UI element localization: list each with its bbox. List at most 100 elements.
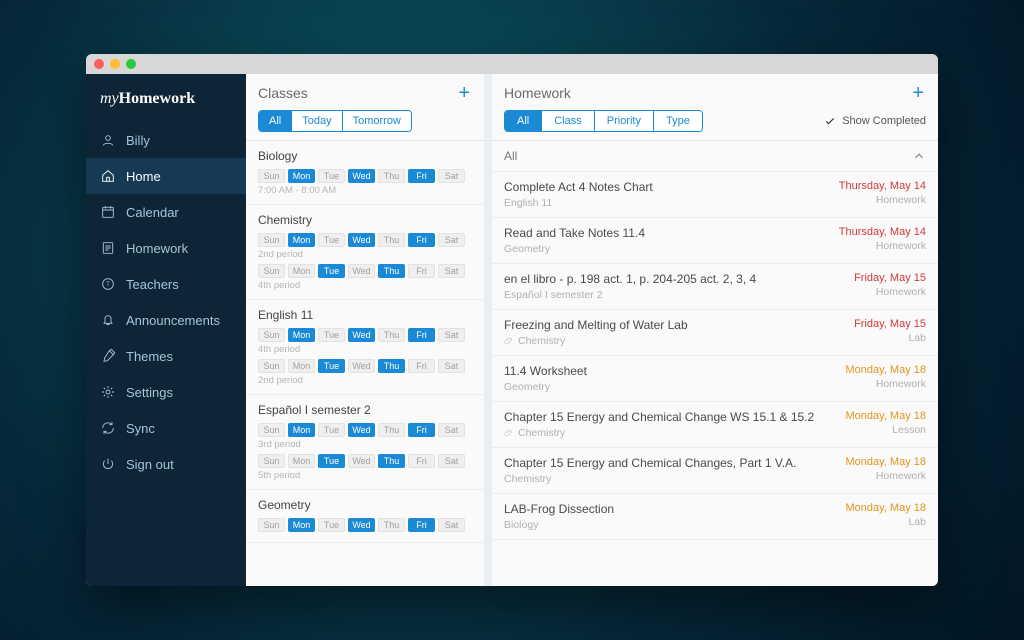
sidebar-item-themes[interactable]: Themes [86, 338, 246, 374]
day-pill: Mon [288, 518, 315, 532]
sidebar-item-calendar[interactable]: Calendar [86, 194, 246, 230]
homework-item-date: Friday, May 15 [816, 318, 926, 330]
sync-icon [100, 420, 116, 436]
day-row: SunMonTueWedThuFriSat [258, 359, 472, 373]
homework-tab-type[interactable]: Type [654, 111, 702, 131]
day-pill: Sun [258, 518, 285, 532]
homework-item-course: Chemistry [504, 335, 816, 347]
homework-title: Homework [504, 85, 571, 101]
day-pill: Mon [288, 233, 315, 247]
sidebar: myHomework Billy HomeCalendarHomeworkTTe… [86, 74, 246, 586]
homework-item[interactable]: 11.4 WorksheetGeometryMonday, May 18Home… [492, 356, 938, 402]
homework-item-title: Complete Act 4 Notes Chart [504, 180, 816, 195]
class-card[interactable]: BiologySunMonTueWedThuFriSat7:00 AM - 8:… [246, 141, 484, 205]
sidebar-item-sync[interactable]: Sync [86, 410, 246, 446]
homework-item-course: Español I semester 2 [504, 289, 816, 301]
homework-item-type: Lab [816, 516, 926, 528]
classes-title: Classes [258, 85, 308, 101]
homework-tabs: AllClassPriorityType [504, 110, 703, 132]
day-pill: Wed [348, 169, 375, 183]
day-pill: Wed [348, 518, 375, 532]
day-pill: Sat [438, 264, 465, 278]
day-pill: Tue [318, 454, 345, 468]
day-pill: Mon [288, 169, 315, 183]
homework-item[interactable]: Freezing and Melting of Water LabChemist… [492, 310, 938, 356]
class-card[interactable]: English 11SunMonTueWedThuFriSat4th perio… [246, 300, 484, 395]
close-icon[interactable] [94, 59, 104, 69]
day-pill: Fri [408, 518, 435, 532]
day-pill: Thu [378, 264, 405, 278]
class-name: Geometry [258, 498, 472, 512]
homework-item-type: Lesson [816, 424, 926, 436]
sidebar-item-user[interactable]: Billy [86, 122, 246, 158]
add-class-button[interactable]: + [456, 84, 472, 102]
class-meta: 5th period [258, 470, 472, 481]
homework-item[interactable]: Complete Act 4 Notes ChartEnglish 11Thur… [492, 172, 938, 218]
day-pill: Tue [318, 423, 345, 437]
homework-item[interactable]: Read and Take Notes 11.4GeometryThursday… [492, 218, 938, 264]
sidebar-item-teachers[interactable]: TTeachers [86, 266, 246, 302]
sidebar-item-home[interactable]: Home [86, 158, 246, 194]
day-pill: Sat [438, 169, 465, 183]
class-meta: 4th period [258, 344, 472, 355]
day-pill: Sun [258, 233, 285, 247]
day-pill: Thu [378, 233, 405, 247]
sidebar-item-label: Homework [126, 241, 188, 256]
homework-item[interactable]: en el libro - p. 198 act. 1, p. 204-205 … [492, 264, 938, 310]
homework-list: Complete Act 4 Notes ChartEnglish 11Thur… [492, 172, 938, 586]
zoom-icon[interactable] [126, 59, 136, 69]
titlebar [86, 54, 938, 74]
classes-tab-tomorrow[interactable]: Tomorrow [343, 111, 411, 131]
day-pill: Sun [258, 423, 285, 437]
day-pill: Tue [318, 359, 345, 373]
classes-panel: Classes + AllTodayTomorrow BiologySunMon… [246, 74, 484, 586]
class-meta: 4th period [258, 280, 472, 291]
class-card[interactable]: Español I semester 2SunMonTueWedThuFriSa… [246, 395, 484, 490]
day-row: SunMonTueWedThuFriSat [258, 169, 472, 183]
day-pill: Tue [318, 233, 345, 247]
sidebar-item-sign-out[interactable]: Sign out [86, 446, 246, 482]
class-card[interactable]: ChemistrySunMonTueWedThuFriSat2nd period… [246, 205, 484, 300]
homework-item-title: Chapter 15 Energy and Chemical Changes, … [504, 456, 816, 471]
homework-item[interactable]: Chapter 15 Energy and Chemical Changes, … [492, 448, 938, 494]
day-row: SunMonTueWedThuFriSat [258, 233, 472, 247]
classes-tab-today[interactable]: Today [292, 111, 342, 131]
sidebar-item-settings[interactable]: Settings [86, 374, 246, 410]
class-meta: 7:00 AM - 8:00 AM [258, 185, 472, 196]
class-card[interactable]: Geometry SunMonTueWedThuFriSat [246, 490, 484, 543]
minimize-icon[interactable] [110, 59, 120, 69]
day-pill: Sat [438, 454, 465, 468]
homework-item-type: Homework [816, 286, 926, 298]
sidebar-item-label: Themes [126, 349, 173, 364]
day-pill: Thu [378, 359, 405, 373]
homework-item[interactable]: Chapter 15 Energy and Chemical Change WS… [492, 402, 938, 448]
homework-item-title: Chapter 15 Energy and Chemical Change WS… [504, 410, 816, 425]
homework-group-header[interactable]: All [492, 141, 938, 172]
show-completed-toggle[interactable]: Show Completed [824, 115, 926, 127]
brush-icon [100, 348, 116, 364]
day-pill: Sun [258, 454, 285, 468]
homework-tab-class[interactable]: Class [542, 111, 595, 131]
homework-item-date: Thursday, May 14 [816, 180, 926, 192]
day-pill: Fri [408, 264, 435, 278]
sidebar-item-homework[interactable]: Homework [86, 230, 246, 266]
day-row: SunMonTueWedThuFriSat [258, 454, 472, 468]
homework-item[interactable]: LAB-Frog DissectionBiologyMonday, May 18… [492, 494, 938, 540]
homework-tab-all[interactable]: All [505, 111, 542, 131]
classes-tabs: AllTodayTomorrow [258, 110, 412, 132]
day-pill: Mon [288, 328, 315, 342]
sidebar-item-announcements[interactable]: Announcements [86, 302, 246, 338]
attachment-icon [504, 336, 514, 346]
class-meta: 2nd period [258, 375, 472, 386]
day-pill: Wed [348, 359, 375, 373]
show-completed-label: Show Completed [842, 115, 926, 127]
sidebar-item-label: Calendar [126, 205, 179, 220]
chevron-up-icon [912, 149, 926, 163]
classes-tab-all[interactable]: All [259, 111, 292, 131]
add-homework-button[interactable]: + [910, 84, 926, 102]
app-logo-bold: Homework [119, 90, 195, 107]
day-pill: Sat [438, 518, 465, 532]
day-row: SunMonTueWedThuFriSat [258, 518, 472, 532]
homework-tab-priority[interactable]: Priority [595, 111, 654, 131]
app-window: myHomework Billy HomeCalendarHomeworkTTe… [86, 54, 938, 586]
